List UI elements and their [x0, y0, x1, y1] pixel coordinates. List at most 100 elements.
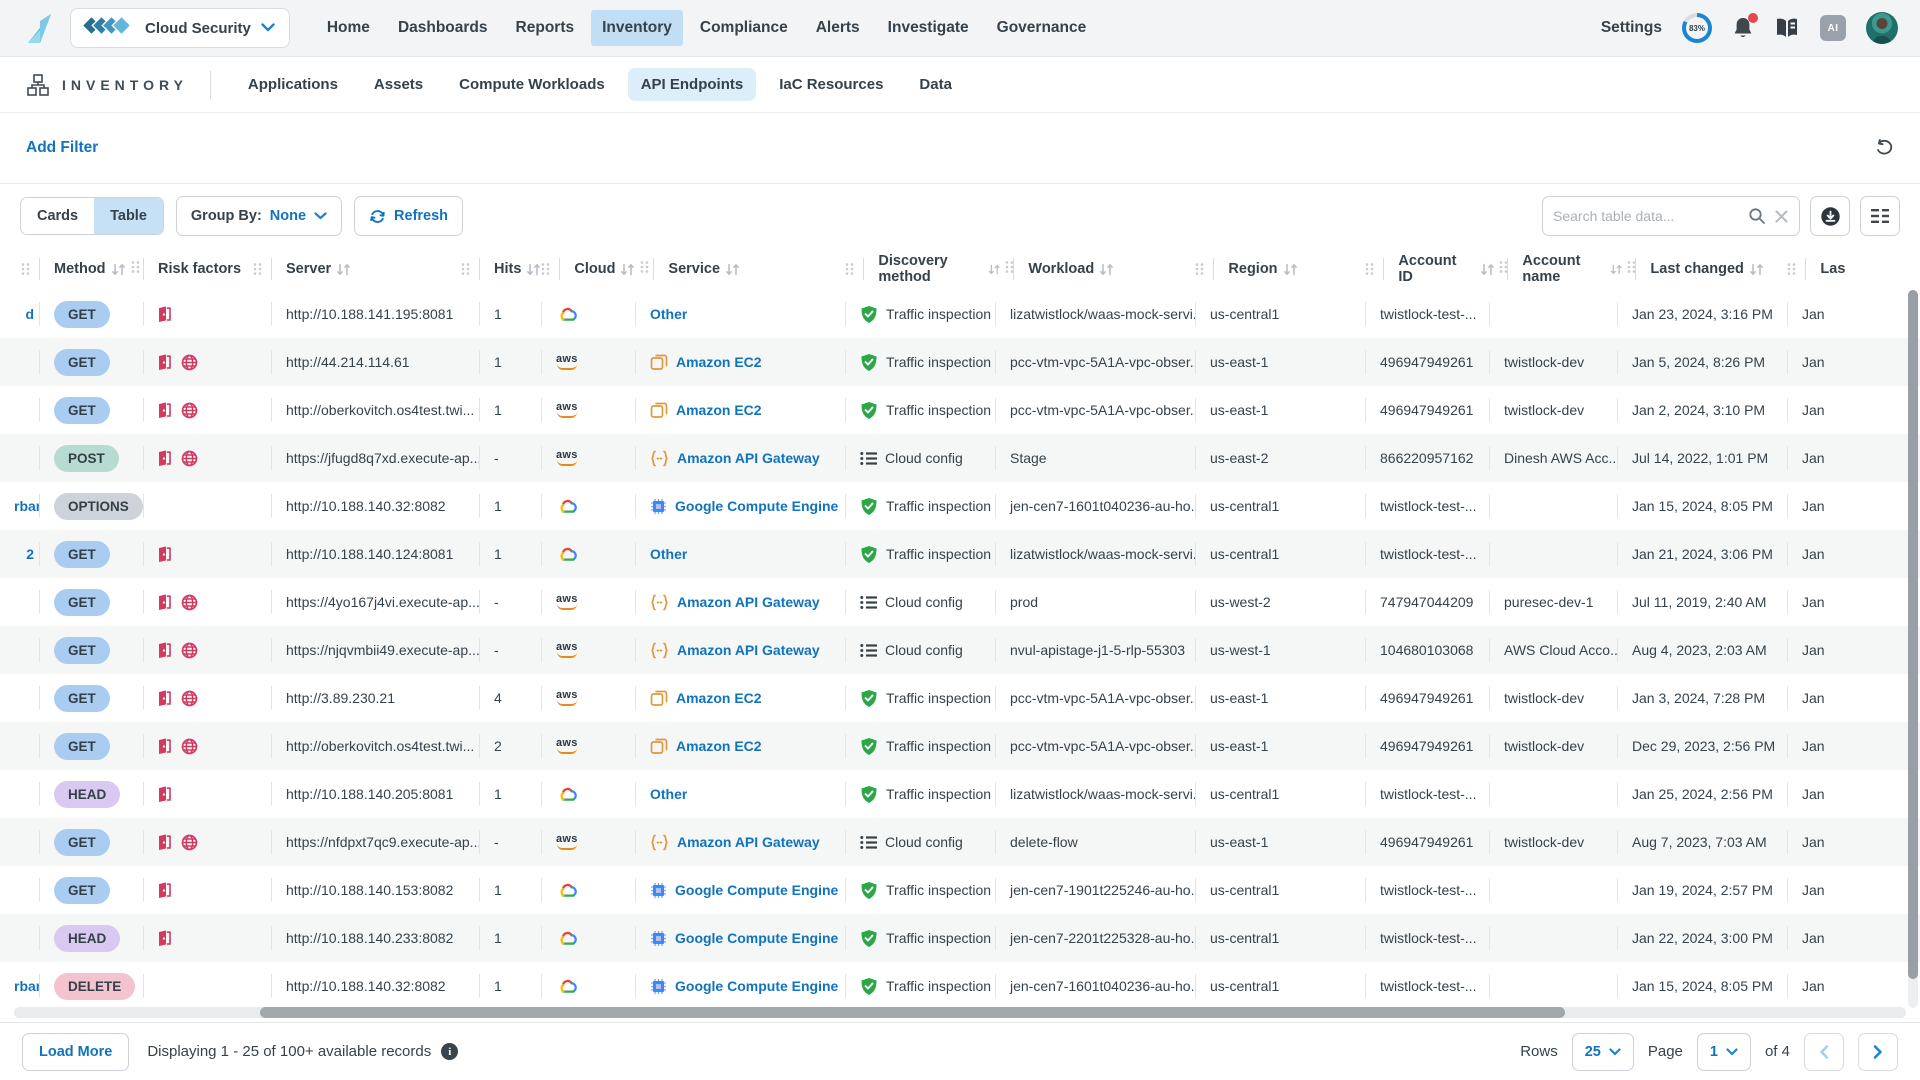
table-row[interactable]: GEThttp://3.89.230.214awsAmazon EC2Traff… [0, 674, 1920, 722]
notifications-button[interactable] [1732, 16, 1754, 40]
service-link[interactable]: Amazon EC2 [676, 738, 762, 754]
rows-per-page-select[interactable]: 25 [1572, 1033, 1634, 1071]
drag-handle-icon[interactable] [131, 260, 140, 274]
endpoint-path-link[interactable]: rbamlv [14, 978, 40, 994]
service-link[interactable]: Google Compute Engine [675, 930, 838, 946]
info-icon[interactable]: i [441, 1043, 458, 1060]
table-row[interactable]: POSThttps://jfugd8q7xd.execute-ap...-aws… [0, 434, 1920, 482]
service-link[interactable]: Other [650, 786, 687, 802]
tab-iac-resources[interactable]: IaC Resources [766, 68, 896, 101]
table-row[interactable]: GEThttps://4yo167j4vi.execute-ap...-awsA… [0, 578, 1920, 626]
drag-handle-icon[interactable] [461, 262, 470, 276]
sort-icon[interactable] [1610, 263, 1622, 276]
reset-filters-button[interactable] [1874, 139, 1894, 157]
nav-item-dashboards[interactable]: Dashboards [387, 10, 499, 46]
service-link[interactable]: Google Compute Engine [675, 498, 838, 514]
internet-exposed-risk-icon[interactable] [181, 594, 198, 611]
drag-handle-icon[interactable] [253, 262, 262, 276]
unauthenticated-risk-icon[interactable] [158, 834, 171, 851]
nav-item-inventory[interactable]: Inventory [591, 10, 683, 46]
sort-icon[interactable] [1480, 263, 1495, 276]
table-row[interactable]: HEADhttp://10.188.140.205:80811OtherTraf… [0, 770, 1920, 818]
table-row[interactable]: rbamlvDELETEhttp://10.188.140.32:80821Go… [0, 962, 1920, 1010]
sort-icon[interactable] [336, 263, 351, 276]
next-page-button[interactable] [1858, 1033, 1898, 1071]
table-row[interactable]: GEThttp://oberkovitch.os4test.twi...2aws… [0, 722, 1920, 770]
sort-icon[interactable] [988, 263, 1000, 276]
endpoint-path-link[interactable]: 2 [26, 546, 40, 562]
drag-handle-icon[interactable] [845, 262, 854, 276]
docs-button[interactable] [1774, 16, 1800, 40]
drag-handle-icon[interactable] [1499, 260, 1508, 274]
unauthenticated-risk-icon[interactable] [158, 786, 171, 803]
column-header-discovery-method[interactable]: Discovery method [864, 248, 1014, 290]
sort-icon[interactable] [526, 263, 541, 276]
product-switcher[interactable]: Cloud Security [70, 8, 290, 48]
column-settings-button[interactable] [1860, 196, 1900, 236]
nav-item-alerts[interactable]: Alerts [805, 10, 871, 46]
column-header-server[interactable]: Server [272, 248, 480, 290]
nav-item-home[interactable]: Home [316, 10, 381, 46]
vertical-scrollbar[interactable] [1908, 290, 1918, 1008]
unauthenticated-risk-icon[interactable] [158, 450, 171, 467]
nav-item-reports[interactable]: Reports [505, 10, 586, 46]
load-more-button[interactable]: Load More [22, 1033, 129, 1071]
unauthenticated-risk-icon[interactable] [158, 930, 171, 947]
unauthenticated-risk-icon[interactable] [158, 546, 171, 563]
unauthenticated-risk-icon[interactable] [158, 354, 171, 371]
previous-page-button[interactable] [1804, 1033, 1844, 1071]
column-header-method[interactable]: Method [40, 248, 144, 290]
column-header-hits[interactable]: Hits [480, 248, 560, 290]
internet-exposed-risk-icon[interactable] [181, 642, 198, 659]
sort-icon[interactable] [725, 263, 740, 276]
internet-exposed-risk-icon[interactable] [181, 354, 198, 371]
internet-exposed-risk-icon[interactable] [181, 834, 198, 851]
tab-api-endpoints[interactable]: API Endpoints [628, 68, 757, 101]
internet-exposed-risk-icon[interactable] [181, 738, 198, 755]
horizontal-scrollbar[interactable] [14, 1007, 1906, 1018]
service-link[interactable]: Other [650, 306, 687, 322]
nav-item-governance[interactable]: Governance [986, 10, 1098, 46]
column-header-account-name[interactable]: Account name [1508, 248, 1636, 290]
service-link[interactable]: Amazon API Gateway [677, 834, 820, 850]
service-link[interactable]: Google Compute Engine [675, 882, 838, 898]
view-option-table[interactable]: Table [94, 198, 163, 234]
nav-item-compliance[interactable]: Compliance [689, 10, 799, 46]
column-header-workload[interactable]: Workload [1014, 248, 1214, 290]
horizontal-scrollbar-thumb[interactable] [260, 1007, 1565, 1018]
tab-applications[interactable]: Applications [235, 68, 351, 101]
ai-assistant-button[interactable]: AI [1820, 15, 1846, 41]
drag-handle-icon[interactable] [1005, 260, 1014, 274]
vertical-scrollbar-thumb[interactable] [1908, 290, 1918, 979]
service-link[interactable]: Other [650, 546, 687, 562]
unauthenticated-risk-icon[interactable] [158, 594, 171, 611]
refresh-button[interactable]: Refresh [354, 196, 463, 236]
tab-assets[interactable]: Assets [361, 68, 436, 101]
search-icon[interactable] [1748, 207, 1766, 225]
service-link[interactable]: Google Compute Engine [675, 978, 838, 994]
service-link[interactable]: Amazon EC2 [676, 354, 762, 370]
unauthenticated-risk-icon[interactable] [158, 642, 171, 659]
service-link[interactable]: Amazon EC2 [676, 690, 762, 706]
unauthenticated-risk-icon[interactable] [158, 306, 171, 323]
column-header-risk-factors[interactable]: Risk factors [144, 248, 272, 290]
clear-search-icon[interactable] [1774, 209, 1789, 224]
service-link[interactable]: Amazon EC2 [676, 402, 762, 418]
sort-icon[interactable] [1099, 263, 1114, 276]
table-row[interactable]: 2GEThttp://10.188.140.124:80811OtherTraf… [0, 530, 1920, 578]
add-filter-button[interactable]: Add Filter [26, 139, 98, 157]
column-header-region[interactable]: Region [1214, 248, 1384, 290]
column-header-cloud[interactable]: Cloud [560, 248, 654, 290]
drag-handle-icon[interactable] [21, 262, 30, 276]
table-row[interactable]: rbamlvOPTIONShttp://10.188.140.32:80821G… [0, 482, 1920, 530]
drag-handle-icon[interactable] [541, 262, 550, 276]
service-link[interactable]: Amazon API Gateway [677, 642, 820, 658]
unauthenticated-risk-icon[interactable] [158, 882, 171, 899]
internet-exposed-risk-icon[interactable] [181, 690, 198, 707]
table-row[interactable]: GEThttps://njqvmbii49.execute-ap...-awsA… [0, 626, 1920, 674]
unauthenticated-risk-icon[interactable] [158, 738, 171, 755]
column-header-account-id[interactable]: Account ID [1384, 248, 1508, 290]
column-header-last-changed[interactable]: Last changed [1636, 248, 1806, 290]
unauthenticated-risk-icon[interactable] [158, 690, 171, 707]
search-input[interactable] [1553, 208, 1740, 224]
